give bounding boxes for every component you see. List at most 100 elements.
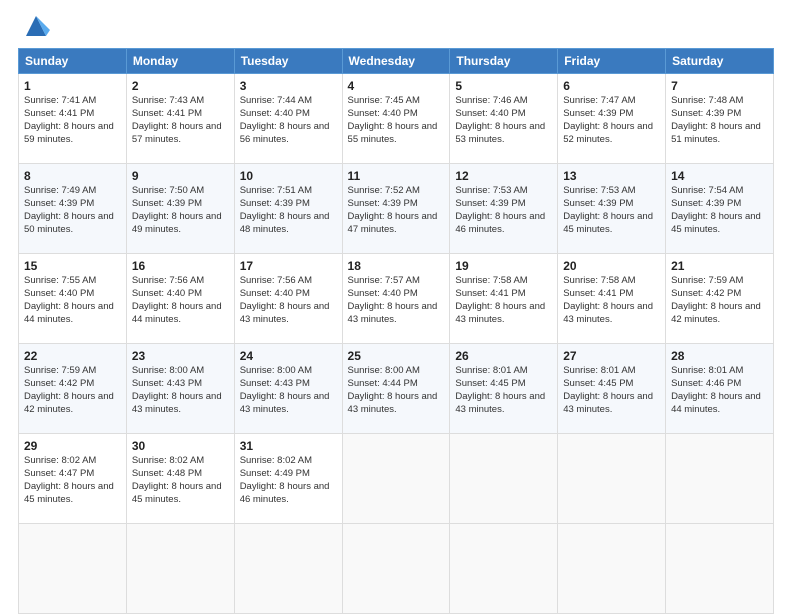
day-info: Sunrise: 8:00 AMSunset: 4:43 PMDaylight:… — [132, 365, 222, 414]
day-info: Sunrise: 7:53 AMSunset: 4:39 PMDaylight:… — [563, 185, 653, 234]
header — [18, 16, 774, 40]
day-info: Sunrise: 7:50 AMSunset: 4:39 PMDaylight:… — [132, 185, 222, 234]
day-number: 23 — [132, 348, 229, 364]
day-cell: 29Sunrise: 8:02 AMSunset: 4:47 PMDayligh… — [19, 434, 127, 524]
page: SundayMondayTuesdayWednesdayThursdayFrid… — [0, 0, 792, 612]
day-info: Sunrise: 7:59 AMSunset: 4:42 PMDaylight:… — [671, 275, 761, 324]
day-info: Sunrise: 8:01 AMSunset: 4:45 PMDaylight:… — [563, 365, 653, 414]
day-info: Sunrise: 7:45 AMSunset: 4:40 PMDaylight:… — [348, 95, 438, 144]
day-number: 8 — [24, 168, 121, 184]
day-cell: 3Sunrise: 7:44 AMSunset: 4:40 PMDaylight… — [234, 74, 342, 164]
day-cell: 30Sunrise: 8:02 AMSunset: 4:48 PMDayligh… — [126, 434, 234, 524]
day-cell: 5Sunrise: 7:46 AMSunset: 4:40 PMDaylight… — [450, 74, 558, 164]
day-cell — [234, 524, 342, 614]
day-info: Sunrise: 7:57 AMSunset: 4:40 PMDaylight:… — [348, 275, 438, 324]
day-info: Sunrise: 7:54 AMSunset: 4:39 PMDaylight:… — [671, 185, 761, 234]
day-number: 17 — [240, 258, 337, 274]
day-cell: 2Sunrise: 7:43 AMSunset: 4:41 PMDaylight… — [126, 74, 234, 164]
day-info: Sunrise: 7:52 AMSunset: 4:39 PMDaylight:… — [348, 185, 438, 234]
col-header-saturday: Saturday — [666, 49, 774, 74]
day-cell: 12Sunrise: 7:53 AMSunset: 4:39 PMDayligh… — [450, 164, 558, 254]
day-info: Sunrise: 7:51 AMSunset: 4:39 PMDaylight:… — [240, 185, 330, 234]
day-cell — [666, 524, 774, 614]
day-cell: 16Sunrise: 7:56 AMSunset: 4:40 PMDayligh… — [126, 254, 234, 344]
day-number: 15 — [24, 258, 121, 274]
day-info: Sunrise: 7:58 AMSunset: 4:41 PMDaylight:… — [455, 275, 545, 324]
col-header-friday: Friday — [558, 49, 666, 74]
day-info: Sunrise: 7:49 AMSunset: 4:39 PMDaylight:… — [24, 185, 114, 234]
day-number: 20 — [563, 258, 660, 274]
day-number: 10 — [240, 168, 337, 184]
day-cell: 28Sunrise: 8:01 AMSunset: 4:46 PMDayligh… — [666, 344, 774, 434]
day-cell — [19, 524, 127, 614]
week-row-5: 29Sunrise: 8:02 AMSunset: 4:47 PMDayligh… — [19, 434, 774, 524]
day-cell: 26Sunrise: 8:01 AMSunset: 4:45 PMDayligh… — [450, 344, 558, 434]
week-row-4: 22Sunrise: 7:59 AMSunset: 4:42 PMDayligh… — [19, 344, 774, 434]
day-cell: 20Sunrise: 7:58 AMSunset: 4:41 PMDayligh… — [558, 254, 666, 344]
day-cell: 27Sunrise: 8:01 AMSunset: 4:45 PMDayligh… — [558, 344, 666, 434]
day-info: Sunrise: 8:02 AMSunset: 4:48 PMDaylight:… — [132, 455, 222, 504]
day-cell — [342, 434, 450, 524]
day-number: 4 — [348, 78, 445, 94]
day-number: 28 — [671, 348, 768, 364]
day-cell: 1Sunrise: 7:41 AMSunset: 4:41 PMDaylight… — [19, 74, 127, 164]
day-cell — [666, 434, 774, 524]
day-number: 18 — [348, 258, 445, 274]
day-cell: 11Sunrise: 7:52 AMSunset: 4:39 PMDayligh… — [342, 164, 450, 254]
day-info: Sunrise: 8:00 AMSunset: 4:44 PMDaylight:… — [348, 365, 438, 414]
day-info: Sunrise: 8:01 AMSunset: 4:46 PMDaylight:… — [671, 365, 761, 414]
day-cell: 18Sunrise: 7:57 AMSunset: 4:40 PMDayligh… — [342, 254, 450, 344]
day-cell: 17Sunrise: 7:56 AMSunset: 4:40 PMDayligh… — [234, 254, 342, 344]
day-number: 13 — [563, 168, 660, 184]
week-row-2: 8Sunrise: 7:49 AMSunset: 4:39 PMDaylight… — [19, 164, 774, 254]
day-cell — [126, 524, 234, 614]
day-number: 12 — [455, 168, 552, 184]
day-cell: 9Sunrise: 7:50 AMSunset: 4:39 PMDaylight… — [126, 164, 234, 254]
day-info: Sunrise: 7:59 AMSunset: 4:42 PMDaylight:… — [24, 365, 114, 414]
day-info: Sunrise: 7:44 AMSunset: 4:40 PMDaylight:… — [240, 95, 330, 144]
day-cell: 13Sunrise: 7:53 AMSunset: 4:39 PMDayligh… — [558, 164, 666, 254]
day-info: Sunrise: 7:41 AMSunset: 4:41 PMDaylight:… — [24, 95, 114, 144]
day-cell: 4Sunrise: 7:45 AMSunset: 4:40 PMDaylight… — [342, 74, 450, 164]
day-info: Sunrise: 7:47 AMSunset: 4:39 PMDaylight:… — [563, 95, 653, 144]
day-cell — [342, 524, 450, 614]
day-number: 22 — [24, 348, 121, 364]
day-cell: 8Sunrise: 7:49 AMSunset: 4:39 PMDaylight… — [19, 164, 127, 254]
week-row-6 — [19, 524, 774, 614]
day-cell: 19Sunrise: 7:58 AMSunset: 4:41 PMDayligh… — [450, 254, 558, 344]
day-number: 25 — [348, 348, 445, 364]
day-cell: 22Sunrise: 7:59 AMSunset: 4:42 PMDayligh… — [19, 344, 127, 434]
day-cell: 23Sunrise: 8:00 AMSunset: 4:43 PMDayligh… — [126, 344, 234, 434]
day-cell: 10Sunrise: 7:51 AMSunset: 4:39 PMDayligh… — [234, 164, 342, 254]
day-cell — [450, 434, 558, 524]
day-info: Sunrise: 7:56 AMSunset: 4:40 PMDaylight:… — [132, 275, 222, 324]
day-info: Sunrise: 8:02 AMSunset: 4:47 PMDaylight:… — [24, 455, 114, 504]
day-cell: 25Sunrise: 8:00 AMSunset: 4:44 PMDayligh… — [342, 344, 450, 434]
col-header-sunday: Sunday — [19, 49, 127, 74]
day-number: 21 — [671, 258, 768, 274]
day-info: Sunrise: 7:58 AMSunset: 4:41 PMDaylight:… — [563, 275, 653, 324]
day-number: 7 — [671, 78, 768, 94]
day-cell — [558, 434, 666, 524]
day-number: 27 — [563, 348, 660, 364]
day-number: 26 — [455, 348, 552, 364]
day-cell: 24Sunrise: 8:00 AMSunset: 4:43 PMDayligh… — [234, 344, 342, 434]
day-info: Sunrise: 8:01 AMSunset: 4:45 PMDaylight:… — [455, 365, 545, 414]
day-info: Sunrise: 7:56 AMSunset: 4:40 PMDaylight:… — [240, 275, 330, 324]
day-info: Sunrise: 7:43 AMSunset: 4:41 PMDaylight:… — [132, 95, 222, 144]
day-info: Sunrise: 8:00 AMSunset: 4:43 PMDaylight:… — [240, 365, 330, 414]
day-cell: 31Sunrise: 8:02 AMSunset: 4:49 PMDayligh… — [234, 434, 342, 524]
calendar-table: SundayMondayTuesdayWednesdayThursdayFrid… — [18, 48, 774, 614]
day-info: Sunrise: 8:02 AMSunset: 4:49 PMDaylight:… — [240, 455, 330, 504]
day-number: 16 — [132, 258, 229, 274]
day-number: 5 — [455, 78, 552, 94]
day-number: 14 — [671, 168, 768, 184]
col-header-tuesday: Tuesday — [234, 49, 342, 74]
day-number: 1 — [24, 78, 121, 94]
day-number: 11 — [348, 168, 445, 184]
day-number: 3 — [240, 78, 337, 94]
day-cell: 14Sunrise: 7:54 AMSunset: 4:39 PMDayligh… — [666, 164, 774, 254]
day-info: Sunrise: 7:55 AMSunset: 4:40 PMDaylight:… — [24, 275, 114, 324]
day-number: 9 — [132, 168, 229, 184]
day-info: Sunrise: 7:48 AMSunset: 4:39 PMDaylight:… — [671, 95, 761, 144]
